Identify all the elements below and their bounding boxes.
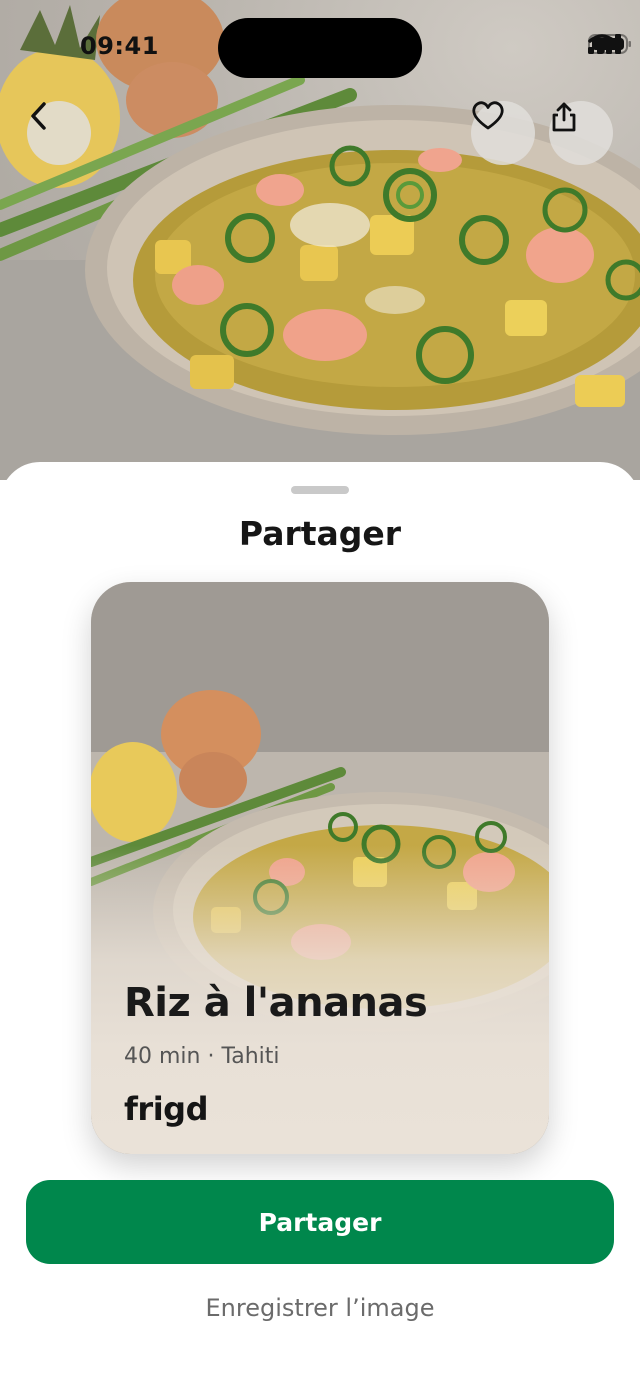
sheet-title: Partager [238,514,402,553]
back-button[interactable] [27,101,91,165]
recipe-hero-image: 09:41 [0,0,640,480]
chevron-left-icon [31,102,46,130]
brand-logo: frigd [124,1090,208,1128]
dynamic-island [218,18,422,78]
share-icon-button[interactable] [549,101,613,165]
save-image-button[interactable]: Enregistrer l’image [0,1294,640,1322]
status-time: 09:41 [80,32,159,60]
battery-icon [588,34,631,54]
share-sheet: Partager Riz à l'ananas 40 min · Tahiti … [0,462,640,1388]
favorite-button[interactable] [471,101,535,165]
share-button[interactable]: Partager [26,1180,614,1264]
recipe-meta: 40 min · Tahiti [124,1044,280,1069]
share-preview-card: Riz à l'ananas 40 min · Tahiti frigd [91,582,549,1154]
recipe-title: Riz à l'ananas [124,980,428,1026]
heart-icon [472,101,504,130]
share-icon [552,102,576,132]
sheet-grabber[interactable] [291,486,349,494]
